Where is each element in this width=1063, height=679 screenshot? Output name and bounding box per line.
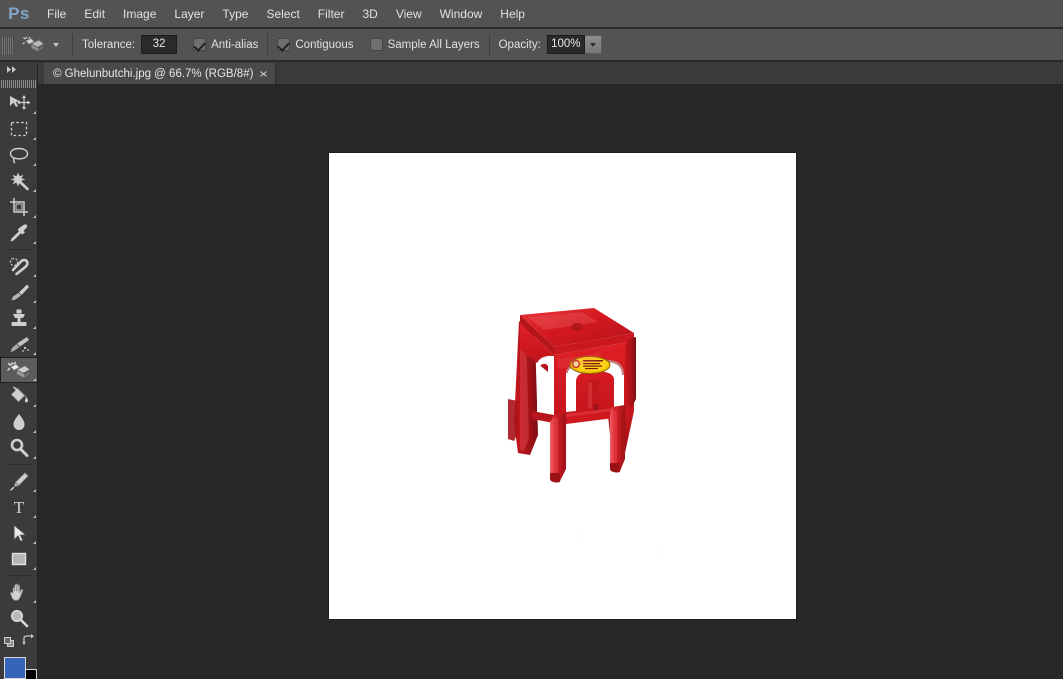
- menu-image[interactable]: Image: [114, 0, 165, 28]
- anti-alias-checkbox[interactable]: [193, 38, 207, 51]
- options-bar-drag-handle[interactable]: [2, 31, 14, 58]
- tool-move[interactable]: [0, 90, 38, 116]
- options-divider-2: [267, 33, 269, 56]
- sample-all-layers-label: Sample All Layers: [387, 38, 480, 51]
- menu-select[interactable]: Select: [257, 0, 308, 28]
- default-colors-icon[interactable]: [3, 636, 15, 648]
- canvas-faint-mark-2: □: [657, 545, 663, 555]
- tool-spot-healing-brush[interactable]: [0, 253, 38, 279]
- tolerance-input[interactable]: 32: [141, 35, 178, 54]
- history-brush-tool-icon: [10, 337, 29, 352]
- tool-preset-chevron-down-icon[interactable]: [49, 32, 63, 58]
- path-selection-tool-icon: [13, 523, 28, 543]
- tool-lasso[interactable]: [0, 142, 38, 168]
- close-icon[interactable]: ×: [260, 68, 269, 80]
- options-divider-3: [488, 33, 490, 56]
- menu-bar: Ps File Edit Image Layer Type Select Fil…: [0, 0, 1063, 28]
- lasso-tool-icon: [9, 147, 29, 164]
- anti-alias-checkbox-group[interactable]: Anti-alias: [193, 38, 258, 51]
- dodge-tool-icon: [10, 438, 29, 457]
- double-chevron-right-icon: [7, 65, 16, 73]
- menu-filter[interactable]: Filter: [309, 0, 354, 28]
- swap-colors-icon[interactable]: [21, 633, 35, 651]
- zoom-tool-icon: [11, 610, 29, 628]
- tool-options-bar: Tolerance: 32 Anti-alias Contiguous Samp…: [0, 29, 1063, 61]
- opacity-label: Opacity:: [498, 38, 541, 51]
- contiguous-checkbox[interactable]: [277, 38, 291, 51]
- tolerance-label: Tolerance:: [82, 38, 136, 51]
- menu-file[interactable]: File: [38, 0, 75, 28]
- menu-window[interactable]: Window: [431, 0, 492, 28]
- tool-dodge[interactable]: [0, 435, 38, 461]
- horizontal-type-tool-icon: T: [14, 498, 25, 517]
- tool-history-brush[interactable]: [0, 331, 38, 357]
- menu-help[interactable]: Help: [491, 0, 534, 28]
- tool-rectangular-marquee[interactable]: [0, 116, 38, 142]
- tool-horizontal-type[interactable]: T: [0, 494, 38, 520]
- hand-tool-icon: [10, 583, 24, 601]
- spot-healing-brush-tool-icon: [9, 257, 29, 276]
- sample-all-layers-checkbox-group[interactable]: Sample All Layers: [369, 38, 480, 51]
- tool-crop[interactable]: [0, 194, 38, 220]
- photoshop-window: Ps File Edit Image Layer Type Select Fil…: [0, 0, 1063, 679]
- contiguous-checkbox-group[interactable]: Contiguous: [277, 38, 354, 51]
- move-tool-icon: [10, 95, 30, 110]
- menu-edit[interactable]: Edit: [75, 0, 114, 28]
- options-divider-1: [72, 33, 73, 56]
- rectangle-tool-icon: [11, 552, 27, 566]
- tools-panel: T: [0, 62, 38, 679]
- opacity-chevron-down-icon[interactable]: [584, 35, 602, 54]
- tool-brush[interactable]: [0, 279, 38, 305]
- contiguous-label: Contiguous: [295, 38, 354, 51]
- tool-magic-eraser[interactable]: [0, 357, 38, 383]
- image-canvas[interactable]: □ □: [329, 153, 796, 619]
- toolbar-divider-3: [5, 575, 32, 576]
- blur-tool-icon: [13, 414, 25, 430]
- color-controls-row: [0, 631, 38, 653]
- tool-eyedropper[interactable]: [0, 220, 38, 246]
- rectangular-marquee-tool-icon: [10, 121, 28, 137]
- eyedropper-tool-icon: [10, 224, 28, 242]
- tool-magic-wand[interactable]: [0, 168, 38, 194]
- stool-illustration: [508, 308, 636, 483]
- menu-type[interactable]: Type: [213, 0, 257, 28]
- tool-hand[interactable]: [0, 579, 38, 605]
- foreground-color-swatch[interactable]: [4, 657, 26, 679]
- toolbar-drag-handle[interactable]: [0, 76, 37, 90]
- photoshop-logo: Ps: [8, 3, 30, 23]
- tool-rectangle[interactable]: [0, 546, 38, 572]
- document-tab[interactable]: © Ghelunbutchi.jpg @ 66.7% (RGB/8#) ×: [44, 63, 277, 84]
- canvas-faint-mark-1: □: [577, 533, 583, 543]
- red-plastic-stool-image: [462, 303, 642, 488]
- document-tab-title: © Ghelunbutchi.jpg @ 66.7% (RGB/8#): [53, 67, 254, 80]
- toolbar-collapse-button[interactable]: [0, 62, 37, 76]
- foreground-background-colors: [0, 655, 38, 679]
- sample-all-layers-checkbox[interactable]: [369, 38, 383, 51]
- menu-3d[interactable]: 3D: [353, 0, 386, 28]
- opacity-input[interactable]: 100%: [546, 35, 585, 54]
- magic-wand-tool-icon: [10, 172, 29, 191]
- svg-text:T: T: [14, 498, 25, 517]
- magic-eraser-tool-icon: [7, 361, 31, 380]
- menu-view[interactable]: View: [387, 0, 431, 28]
- paint-bucket-tool-icon: [10, 386, 28, 403]
- tool-clone-stamp[interactable]: [0, 305, 38, 331]
- canvas-workspace[interactable]: □ □: [38, 85, 1063, 679]
- magic-eraser-icon[interactable]: [19, 32, 49, 58]
- anti-alias-label: Anti-alias: [211, 38, 259, 51]
- tool-path-selection[interactable]: [0, 520, 38, 546]
- brush-tool-icon: [11, 284, 29, 301]
- document-tab-strip: © Ghelunbutchi.jpg @ 66.7% (RGB/8#) ×: [0, 62, 1063, 85]
- tool-pen[interactable]: [0, 468, 38, 494]
- tool-paint-bucket[interactable]: [0, 383, 38, 409]
- toolbar-divider-1: [5, 249, 32, 250]
- clone-stamp-tool-icon: [11, 309, 27, 326]
- tool-zoom[interactable]: [0, 605, 38, 631]
- tool-blur[interactable]: [0, 409, 38, 435]
- opacity-control[interactable]: 100%: [546, 35, 602, 54]
- menu-layer[interactable]: Layer: [165, 0, 213, 28]
- pen-tool-icon: [10, 472, 29, 491]
- crop-tool-icon: [10, 198, 28, 216]
- toolbar-divider-2: [5, 464, 32, 465]
